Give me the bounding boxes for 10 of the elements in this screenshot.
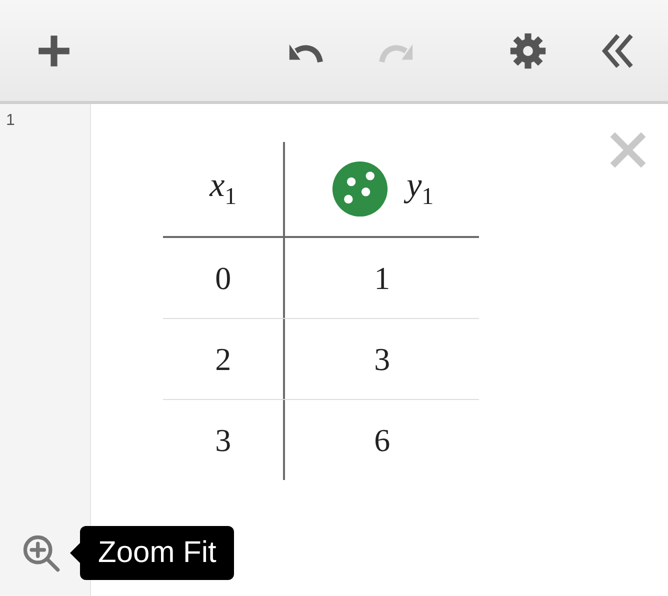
- expression-index: 1: [6, 112, 15, 130]
- tooltip-text: Zoom Fit: [98, 536, 216, 569]
- table-cell[interactable]: 3: [215, 422, 232, 458]
- table-cell[interactable]: 1: [374, 260, 390, 296]
- table-cell[interactable]: 3: [374, 340, 390, 378]
- column-header[interactable]: x$_{1}$: [210, 167, 237, 211]
- table-cell[interactable]: 0: [215, 260, 232, 296]
- point-style-icon[interactable]: [330, 160, 389, 218]
- table-cell[interactable]: 6: [374, 422, 390, 458]
- table-cell[interactable]: 2: [215, 340, 232, 378]
